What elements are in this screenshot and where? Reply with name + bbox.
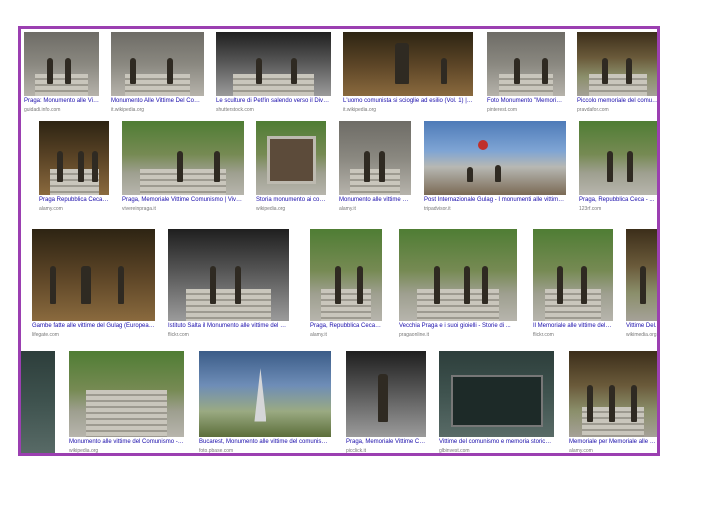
image-thumbnail[interactable] <box>21 351 55 453</box>
image-caption[interactable]: Praga: Monumento alle Vitt... <box>24 97 99 106</box>
image-caption[interactable]: Praga Repubblica Ceca M... <box>39 196 109 205</box>
image-result[interactable]: Praga, Memoriale Vittime Comunismo | Viv… <box>122 121 244 213</box>
image-thumbnail[interactable] <box>533 229 613 321</box>
image-source: it.wikipedia.org <box>111 107 145 113</box>
image-results-grid: Praga: Monumento alle Vitt... guidadi.in… <box>18 26 660 456</box>
image-caption[interactable]: Praga, Repubblica Ceca - ... <box>579 196 657 205</box>
image-thumbnail[interactable] <box>569 351 657 437</box>
image-result[interactable]: Il Memoriale alle vittime del co... flic… <box>533 229 613 339</box>
image-result[interactable]: Vittime Del... wikimedia.org <box>626 229 657 339</box>
image-source: guidadi.info.com <box>24 107 61 113</box>
image-result[interactable]: Memoriale per Memoriale alle vi... alamy… <box>569 351 657 454</box>
image-source: shutterstock.com <box>216 107 254 113</box>
image-thumbnail[interactable] <box>346 351 426 437</box>
image-caption[interactable]: Foto Monumento "Memoriale di... <box>487 97 565 106</box>
image-source: 123rf.com <box>579 206 602 212</box>
image-result[interactable]: Praga, Memoriale Vittime Co... picclick.… <box>346 351 426 454</box>
image-caption[interactable]: Bucarest, Monumento alle vittime del com… <box>199 438 331 447</box>
image-source: vivereinpraga.it <box>122 206 156 212</box>
image-result[interactable] <box>21 351 55 453</box>
image-source: glbinvest.com <box>439 448 470 454</box>
image-source: pinterest.com <box>487 107 518 113</box>
image-caption[interactable]: Gambe fatte alle vittime del Gulag (Euro… <box>32 322 155 331</box>
image-source: alamy.it <box>310 332 327 338</box>
image-thumbnail[interactable] <box>579 121 657 195</box>
image-result[interactable]: Vittime del comunismo e memoria storica … <box>439 351 554 454</box>
image-source: lifegate.com <box>32 332 59 338</box>
image-thumbnail[interactable] <box>487 32 565 96</box>
image-thumbnail[interactable] <box>32 229 155 321</box>
image-thumbnail[interactable] <box>310 229 382 321</box>
image-source: alamy.com <box>39 206 63 212</box>
image-result[interactable]: Foto Monumento "Memoriale di... pinteres… <box>487 32 565 114</box>
image-source: flickr.com <box>168 332 189 338</box>
image-source: tripadvisor.it <box>424 206 451 212</box>
image-source: alamy.it <box>339 206 356 212</box>
image-caption[interactable]: Monumento alle vittime del... <box>339 196 411 205</box>
image-thumbnail[interactable] <box>399 229 517 321</box>
image-source: wikipedia.org <box>256 206 286 212</box>
image-result[interactable]: L'uomo comunista si scioglie ad esilio (… <box>343 32 473 114</box>
image-result[interactable]: Monumento alle vittime del... alamy.it <box>339 121 411 213</box>
image-caption[interactable]: Monumento alle vittime del Comunismo - W… <box>69 438 184 447</box>
image-caption[interactable]: Memoriale per Memoriale alle vi... <box>569 438 657 447</box>
image-thumbnail[interactable] <box>122 121 244 195</box>
image-thumbnail[interactable] <box>216 32 331 96</box>
image-thumbnail[interactable] <box>39 121 109 195</box>
image-result[interactable]: Gambe fatte alle vittime del Gulag (Euro… <box>32 229 155 339</box>
image-caption[interactable]: Piccolo memoriale del comunismo d... <box>577 97 657 106</box>
image-caption[interactable]: Praga, Repubblica Ceca - 20... <box>310 322 382 331</box>
image-thumbnail[interactable] <box>626 229 657 321</box>
image-caption[interactable]: Monumento Alle Vittime Del Comu... <box>111 97 204 106</box>
image-result[interactable]: Praga, Repubblica Ceca - 20... alamy.it <box>310 229 382 339</box>
image-source: picclick.it <box>346 448 367 454</box>
image-result[interactable]: Praga, Repubblica Ceca - ... 123rf.com <box>579 121 657 213</box>
image-caption[interactable]: Vecchia Praga e i suoi gioielli - Storie… <box>399 322 517 331</box>
image-source: pravdafor.com <box>577 107 609 113</box>
image-thumbnail[interactable] <box>343 32 473 96</box>
image-caption[interactable]: Vittime del comunismo e memoria storica … <box>439 438 554 447</box>
image-thumbnail[interactable] <box>168 229 289 321</box>
image-result[interactable]: Piccolo memoriale del comunismo d... pra… <box>577 32 657 114</box>
image-result[interactable]: Post Internazionale Gulag - I monumenti … <box>424 121 566 213</box>
image-thumbnail[interactable] <box>24 32 99 96</box>
image-thumbnail[interactable] <box>439 351 554 437</box>
image-thumbnail[interactable] <box>199 351 331 437</box>
image-result[interactable]: Storia monumento ai comunisti... wikiped… <box>256 121 326 213</box>
image-caption[interactable]: Vittime Del... <box>626 322 657 331</box>
image-thumbnail[interactable] <box>424 121 566 195</box>
image-caption[interactable]: Istituto Salta il Monumento alle vittime… <box>168 322 289 331</box>
image-source: foto.pbase.com <box>199 448 234 454</box>
image-source: it.wikipedia.org <box>343 107 377 113</box>
image-caption[interactable]: L'uomo comunista si scioglie ad esilio (… <box>343 97 473 106</box>
image-thumbnail[interactable] <box>111 32 204 96</box>
image-thumbnail[interactable] <box>339 121 411 195</box>
image-caption[interactable]: Storia monumento ai comunisti... <box>256 196 326 205</box>
image-thumbnail[interactable] <box>577 32 657 96</box>
image-result[interactable]: Le sculture di Petřín salendo verso il D… <box>216 32 331 114</box>
image-result[interactable]: Bucarest, Monumento alle vittime del com… <box>199 351 331 454</box>
image-caption[interactable]: Praga, Memoriale Vittime Comunismo | Viv… <box>122 196 244 205</box>
image-result[interactable]: Praga: Monumento alle Vitt... guidadi.in… <box>24 32 99 114</box>
image-thumbnail[interactable] <box>256 121 326 195</box>
image-source: wikipedia.org <box>69 448 99 454</box>
image-result[interactable]: Praga Repubblica Ceca M... alamy.com <box>39 121 109 213</box>
image-thumbnail[interactable] <box>69 351 184 437</box>
image-result[interactable]: Vecchia Praga e i suoi gioielli - Storie… <box>399 229 517 339</box>
image-source: flickr.com <box>533 332 554 338</box>
image-source: alamy.com <box>569 448 593 454</box>
image-result[interactable]: Istituto Salta il Monumento alle vittime… <box>168 229 289 339</box>
image-caption[interactable]: Le sculture di Petřín salendo verso il D… <box>216 97 331 106</box>
image-caption[interactable]: Praga, Memoriale Vittime Co... <box>346 438 426 447</box>
image-result[interactable]: Monumento Alle Vittime Del Comu... it.wi… <box>111 32 204 114</box>
image-caption[interactable]: Il Memoriale alle vittime del co... <box>533 322 613 331</box>
image-result[interactable]: Monumento alle vittime del Comunismo - W… <box>69 351 184 454</box>
image-source: pragaonline.it <box>399 332 430 338</box>
image-caption[interactable]: Post Internazionale Gulag - I monumenti … <box>424 196 566 205</box>
image-source: wikimedia.org <box>626 332 657 338</box>
